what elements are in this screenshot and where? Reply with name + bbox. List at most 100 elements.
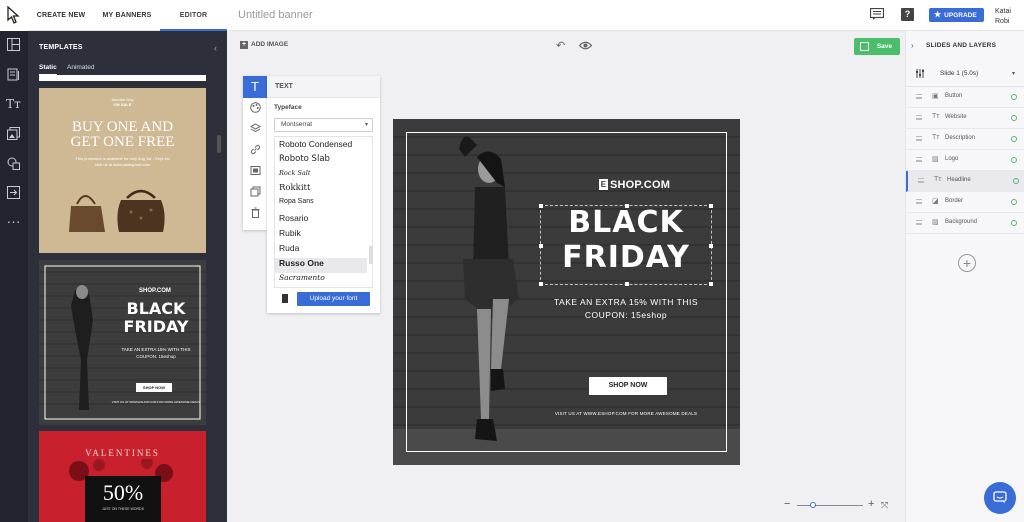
palette-icon[interactable]: [248, 102, 262, 116]
templates-icon[interactable]: [6, 38, 21, 53]
resize-handle[interactable]: [709, 244, 713, 248]
document-title[interactable]: Untitled banner: [238, 9, 313, 21]
save-button[interactable]: Save: [854, 38, 900, 55]
font-option[interactable]: Rubik: [279, 228, 301, 243]
resize-handle[interactable]: [709, 204, 713, 208]
templates-filter-bar[interactable]: [39, 75, 206, 81]
banner-shop-now-button[interactable]: SHOP NOW: [589, 377, 667, 395]
font-list-scrollbar[interactable]: [369, 246, 373, 264]
duplicate-icon[interactable]: [248, 186, 262, 200]
font-option[interactable]: Ropa Sans: [279, 198, 314, 213]
user-menu[interactable]: Katai Robi: [995, 7, 1011, 27]
preview-eye-icon[interactable]: [579, 41, 592, 50]
film-icon[interactable]: [248, 165, 262, 179]
layers-icon[interactable]: [248, 123, 262, 137]
help-icon[interactable]: ?: [901, 8, 914, 21]
thumb2-desc-2: COUPON: 15eshop: [136, 354, 176, 359]
notes-icon[interactable]: [6, 68, 21, 83]
resize-handle[interactable]: [539, 204, 543, 208]
drag-grip-icon[interactable]: [916, 94, 922, 99]
drag-grip-icon[interactable]: [918, 178, 924, 183]
font-dropdown-list[interactable]: Roboto Condensed Roboto Slab Rock Salt R…: [274, 136, 373, 288]
drag-grip-icon[interactable]: [916, 115, 922, 120]
resize-handle[interactable]: [539, 244, 543, 248]
subtab-static[interactable]: Static: [39, 64, 57, 75]
template-thumbnail-black-friday[interactable]: SHOP.COM BLACK FRIDAY TAKE AN EXTRA 15% …: [39, 260, 206, 425]
visibility-toggle-icon[interactable]: [1011, 115, 1017, 121]
layer-background[interactable]: ▨ Background: [906, 213, 1024, 234]
fit-screen-icon[interactable]: ⤧: [881, 500, 888, 511]
add-layer-button[interactable]: +: [958, 254, 976, 272]
thumb2-headline-2: FRIDAY: [123, 317, 189, 336]
slide-selector[interactable]: Slide 1 (5.0s) ▾: [906, 61, 1024, 87]
zoom-out-icon[interactable]: −: [784, 498, 790, 510]
visibility-toggle-icon[interactable]: [1011, 94, 1017, 100]
selection-box[interactable]: [539, 204, 713, 286]
banner-website[interactable]: VISIT US AT WWW.ESHOP.COM FOR MORE AWESO…: [533, 411, 719, 416]
collapse-chevron-icon[interactable]: ‹: [214, 43, 217, 53]
visibility-toggle-icon[interactable]: [1011, 220, 1017, 226]
font-option[interactable]: Rock Salt: [279, 169, 310, 184]
zoom-slider-knob[interactable]: [810, 502, 816, 508]
bookmark-icon[interactable]: [282, 294, 288, 303]
thumb1-body2: Visit us at www.adsbypixel.com: [94, 162, 151, 167]
tab-my-banners[interactable]: MY BANNERS: [94, 0, 160, 31]
chat-support-button[interactable]: [984, 482, 1016, 514]
template-thumbnail-buy-one[interactable]: Autumn Day ON SALE BUY ONE AND GET ONE F…: [39, 88, 206, 253]
layer-border[interactable]: ◪ Border: [906, 192, 1024, 213]
export-icon[interactable]: [6, 186, 21, 201]
font-option[interactable]: Roboto Condensed: [279, 139, 352, 154]
zoom-slider-track[interactable]: [797, 505, 863, 506]
drag-grip-icon[interactable]: [916, 199, 922, 204]
subtab-animated[interactable]: Animated: [67, 64, 94, 71]
font-option-selected[interactable]: Russo One: [275, 258, 367, 273]
resize-handle[interactable]: [709, 282, 713, 286]
app-logo[interactable]: [0, 0, 28, 31]
shapes-icon[interactable]: [6, 157, 21, 172]
banner-description[interactable]: TAKE AN EXTRA 15% WITH THIS COUPON: 15es…: [540, 296, 712, 322]
undo-icon[interactable]: ↶: [556, 39, 565, 52]
font-option[interactable]: Rosario: [279, 213, 308, 228]
upload-font-button[interactable]: Upload your font: [297, 292, 370, 306]
thumb1-sale: ON SALE: [113, 102, 132, 107]
more-icon[interactable]: ···: [6, 214, 21, 231]
layer-logo[interactable]: ▨ Logo: [906, 150, 1024, 171]
zoom-in-icon[interactable]: +: [868, 498, 874, 510]
templates-scrollbar[interactable]: [217, 135, 221, 153]
drag-grip-icon[interactable]: [916, 157, 922, 162]
layer-website[interactable]: Tт Website: [906, 108, 1024, 129]
text-tool-active-icon[interactable]: T: [243, 76, 267, 98]
comment-icon[interactable]: [870, 8, 884, 20]
image-icon[interactable]: [6, 127, 21, 142]
upgrade-button[interactable]: ★ UPGRADE: [929, 8, 984, 22]
panel-chevron-icon[interactable]: ›: [911, 41, 914, 50]
text-tool-icon[interactable]: Tт: [6, 97, 21, 112]
layer-button[interactable]: ▣ Button: [906, 87, 1024, 108]
link-icon[interactable]: [248, 144, 262, 158]
font-option[interactable]: Ruda: [279, 243, 299, 258]
drag-grip-icon[interactable]: [916, 136, 922, 141]
font-option[interactable]: Roboto Slab: [279, 154, 330, 169]
typeface-select[interactable]: Montserrat ▾: [274, 118, 373, 132]
add-image-button[interactable]: + ADD IMAGE: [240, 41, 288, 49]
template-thumbnail-valentines[interactable]: VALENTINES 50% JUST ON THESE WORDS: [39, 431, 206, 522]
font-option[interactable]: Sacramento: [279, 273, 325, 287]
trash-icon[interactable]: [248, 207, 262, 221]
thumb1-line2: GET ONE FREE: [70, 134, 175, 150]
visibility-toggle-icon[interactable]: [1013, 178, 1019, 184]
resize-handle[interactable]: [625, 282, 629, 286]
resize-handle[interactable]: [625, 204, 629, 208]
resize-handle[interactable]: [539, 282, 543, 286]
banner-logo[interactable]: E SHOP.COM: [599, 179, 670, 191]
layer-description[interactable]: Tт Description: [906, 129, 1024, 150]
font-option[interactable]: Rokkitt: [279, 183, 310, 198]
visibility-toggle-icon[interactable]: [1011, 199, 1017, 205]
banner-canvas[interactable]: E SHOP.COM BLACK FRIDAY TAKE AN EXTRA 15%…: [393, 119, 740, 465]
drag-grip-icon[interactable]: [916, 220, 922, 225]
tab-editor[interactable]: EDITOR: [160, 0, 227, 31]
visibility-toggle-icon[interactable]: [1011, 136, 1017, 142]
tab-create-new[interactable]: CREATE NEW: [28, 0, 94, 31]
banner-border[interactable]: [406, 132, 727, 452]
visibility-toggle-icon[interactable]: [1011, 157, 1017, 163]
layer-headline[interactable]: Tт Headline: [906, 171, 1024, 192]
